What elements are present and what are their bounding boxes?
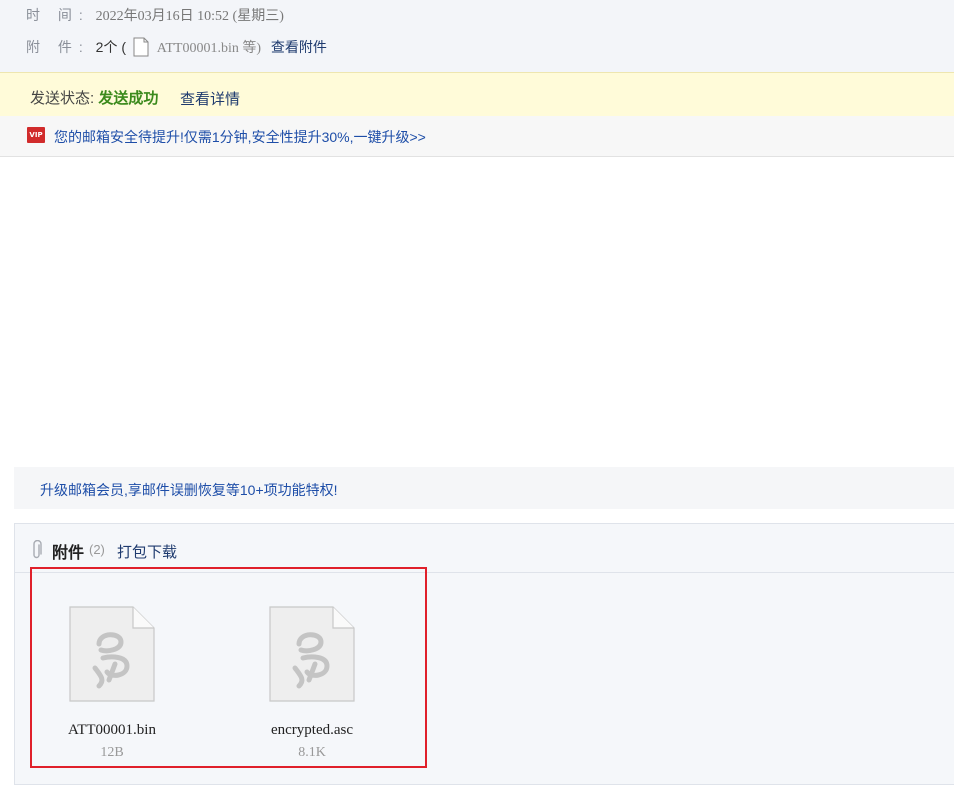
member-upgrade-link[interactable]: 升级邮箱会员,享邮件误删恢复等10+项功能特权! (40, 480, 338, 500)
attachment-title: 附件 (52, 545, 85, 562)
send-status: 发送状态: 发送成功 (30, 87, 158, 108)
attachment-name: encrypted.asc (270, 722, 354, 738)
attachment-row: 附 件: 2个 ( ATT00001.bin 等) 查看附件 (26, 37, 327, 57)
view-details-link[interactable]: 查看详情 (180, 88, 240, 109)
send-status-value: 发送成功 (98, 90, 159, 107)
attachment-first-name: ATT00001.bin 等) (156, 41, 262, 56)
member-upgrade-banner: 升级邮箱会员,享邮件误删恢复等10+项功能特权! (14, 467, 954, 509)
attachment-total: (2) (89, 542, 105, 557)
security-upgrade-link[interactable]: 您的邮箱安全待提升!仅需1分钟,安全性提升30%,一键升级>> (54, 127, 426, 147)
view-attachments-link[interactable]: 查看附件 (271, 39, 327, 55)
security-upgrade-banner: VIP 您的邮箱安全待提升!仅需1分钟,安全性提升30%,一键升级>> (0, 116, 954, 157)
download-all-link[interactable]: 打包下载 (117, 541, 177, 562)
attachment-label: 附 件: (26, 39, 90, 55)
vip-icon: VIP (27, 127, 45, 143)
send-status-bar: 发送状态: 发送成功 查看详情 (0, 72, 954, 118)
send-status-label: 发送状态: (30, 90, 95, 107)
file-icon (69, 606, 155, 702)
time-value: 2022年03月16日 10:52 (星期三) (95, 9, 284, 24)
attachment-count: 2个 ( (95, 39, 127, 55)
time-row: 时 间: 2022年03月16日 10:52 (星期三) (26, 5, 284, 25)
attachment-item[interactable]: ATT00001.bin 12B (47, 606, 177, 761)
attachment-name: ATT00001.bin (68, 722, 156, 738)
time-label: 时 间: (26, 7, 90, 23)
attachment-item[interactable]: encrypted.asc 8.1K (247, 606, 377, 761)
paperclip-icon (33, 540, 42, 559)
file-icon (269, 606, 355, 702)
attachment-size: 12B (100, 745, 124, 760)
mail-header: 时 间: 2022年03月16日 10:52 (星期三) 附 件: 2个 ( A… (0, 0, 954, 72)
attachment-size: 8.1K (298, 745, 326, 760)
file-icon (133, 37, 149, 57)
